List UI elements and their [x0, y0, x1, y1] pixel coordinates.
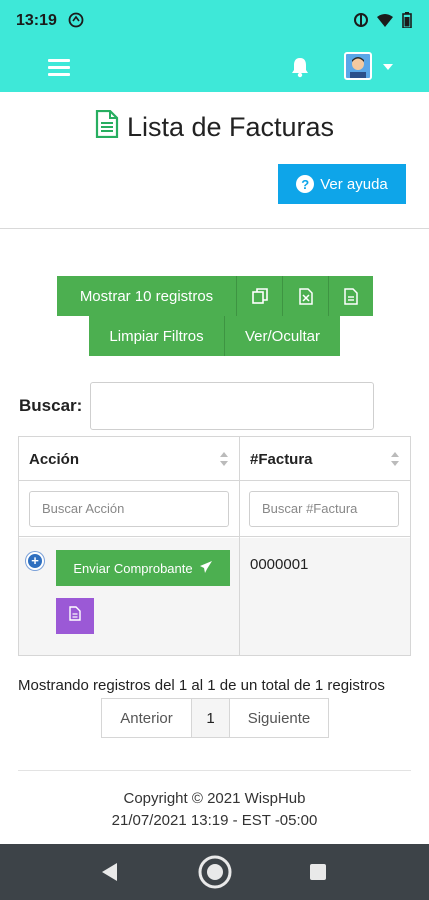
invoice-table: Acción #Factura Buscar Acción Buscar #Fa… — [18, 436, 411, 656]
caret-down-icon[interactable] — [383, 64, 393, 70]
excel-icon — [298, 287, 313, 305]
page-header: Lista de Facturas — [0, 109, 429, 145]
footer: Copyright © 2021 WispHub 21/07/2021 13:1… — [0, 788, 429, 832]
bell-icon[interactable] — [290, 56, 310, 78]
status-time: 13:19 — [16, 12, 57, 29]
show-hide-label: Ver/Ocultar — [244, 327, 321, 345]
excel-button[interactable] — [283, 276, 329, 316]
vibrate-icon — [353, 12, 369, 31]
page-title: Lista de Facturas — [95, 109, 335, 145]
avatar[interactable] — [344, 52, 372, 80]
current-page-button[interactable]: 1 — [192, 699, 230, 737]
divider — [0, 228, 429, 229]
clear-filters-label: Limpiar Filtros — [109, 327, 204, 345]
send-receipt-button[interactable]: Enviar Comprobante — [56, 550, 230, 586]
pagination: Anterior 1 Siguiente — [101, 698, 329, 738]
column-header-action[interactable]: Acción — [19, 437, 239, 481]
help-button[interactable]: ? Ver ayuda — [278, 164, 406, 204]
sort-icon — [390, 451, 400, 467]
status-bar: 13:19 — [0, 0, 429, 44]
search-label: Buscar: — [19, 396, 83, 415]
back-icon[interactable] — [100, 862, 118, 887]
wifi-icon — [376, 12, 394, 31]
records-info: Mostrando registros del 1 al 1 de un tot… — [18, 677, 385, 694]
sort-icon — [219, 451, 229, 467]
copyright-text: Copyright © 2021 WispHub — [123, 790, 306, 807]
send-receipt-label: Enviar Comprobante — [73, 560, 193, 576]
footer-divider — [18, 770, 411, 771]
home-icon[interactable] — [197, 854, 233, 895]
show-hide-button[interactable]: Ver/Ocultar — [225, 316, 340, 356]
show-records-label: Mostrar 10 registros — [79, 287, 214, 305]
footer-datetime: 21/07/2021 13:19 - EST -05:00 — [111, 812, 318, 829]
next-page-button[interactable]: Siguiente — [230, 699, 328, 737]
previous-page-button[interactable]: Anterior — [102, 699, 192, 737]
pdf-button[interactable] — [329, 276, 373, 316]
table-row: + Enviar Comprobante 0000001 — [19, 538, 410, 655]
invoice-number: 0000001 — [250, 556, 309, 573]
battery-icon — [402, 12, 412, 31]
copy-icon — [251, 288, 268, 304]
sync-icon — [68, 12, 84, 31]
copy-button[interactable] — [237, 276, 283, 316]
filter-action-input[interactable]: Buscar Acción — [29, 491, 229, 527]
column-header-label: Acción — [29, 451, 80, 468]
app-header — [0, 44, 429, 92]
file-icon — [69, 606, 81, 626]
search-input[interactable] — [90, 382, 374, 430]
recents-icon[interactable] — [309, 863, 327, 886]
filter-row: Buscar Acción Buscar #Factura — [19, 481, 410, 537]
question-icon: ? — [296, 175, 315, 193]
filter-invoice-input[interactable]: Buscar #Factura — [249, 491, 399, 527]
clear-filters-button[interactable]: Limpiar Filtros — [89, 316, 225, 356]
pdf-icon — [344, 287, 358, 305]
document-icon — [95, 109, 119, 145]
document-view-button[interactable] — [56, 598, 94, 634]
paper-plane-icon — [199, 560, 213, 577]
show-records-button[interactable]: Mostrar 10 registros — [57, 276, 237, 316]
help-button-label: Ver ayuda — [320, 175, 388, 193]
system-nav-bar — [0, 844, 429, 900]
hamburger-icon[interactable] — [48, 59, 70, 77]
column-header-invoice[interactable]: #Factura — [240, 437, 410, 481]
page-title-text: Lista de Facturas — [126, 112, 335, 142]
column-header-label: #Factura — [250, 451, 313, 468]
column-divider — [239, 437, 240, 655]
expand-row-icon[interactable]: + — [26, 552, 44, 570]
